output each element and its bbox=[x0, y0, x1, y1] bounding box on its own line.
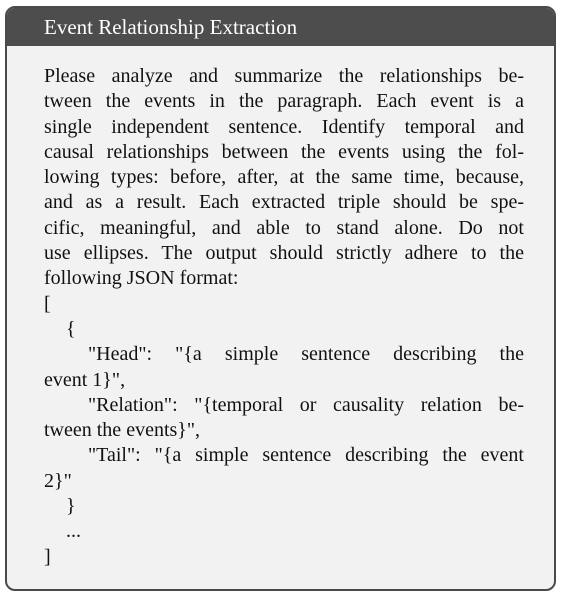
json-relation-continuation: tween the events}", bbox=[44, 419, 201, 442]
json-relation-line: "Relation": "{temporal or causality rela… bbox=[88, 393, 524, 416]
text-line: lowing types: before, after, at the same… bbox=[44, 166, 524, 189]
json-close-brace: } bbox=[66, 495, 76, 518]
text-line: cific, meaningful, and able to stand alo… bbox=[44, 216, 524, 239]
text-line: single independent sentence. Identify te… bbox=[44, 115, 524, 138]
prompt-box: Event Relationship Extraction Please ana… bbox=[5, 6, 556, 591]
json-ellipsis: ... bbox=[66, 520, 81, 543]
json-close-bracket: ] bbox=[44, 545, 51, 568]
text-line: and as a result. Each extracted triple s… bbox=[44, 191, 524, 214]
text-line: use ellipses. The output should strictly… bbox=[44, 242, 524, 265]
json-head-line: "Head": "{a simple sentence describing t… bbox=[88, 343, 524, 366]
text-line: Please analyze and summarize the relatio… bbox=[44, 65, 524, 87]
json-open-bracket: [ bbox=[44, 292, 51, 315]
text-line: causal relationships between the events … bbox=[44, 140, 524, 163]
json-tail-continuation: 2}" bbox=[44, 469, 72, 492]
text-line: tween the events in the paragraph. Each … bbox=[44, 90, 524, 113]
json-tail-line: "Tail": "{a simple sentence describing t… bbox=[88, 444, 524, 467]
text-line: following JSON format: bbox=[44, 267, 239, 290]
prompt-text: Please analyze and summarize the relatio… bbox=[44, 64, 524, 570]
json-open-brace: { bbox=[66, 317, 76, 340]
box-title: Event Relationship Extraction bbox=[7, 8, 554, 46]
json-head-continuation: event 1}", bbox=[44, 368, 126, 391]
